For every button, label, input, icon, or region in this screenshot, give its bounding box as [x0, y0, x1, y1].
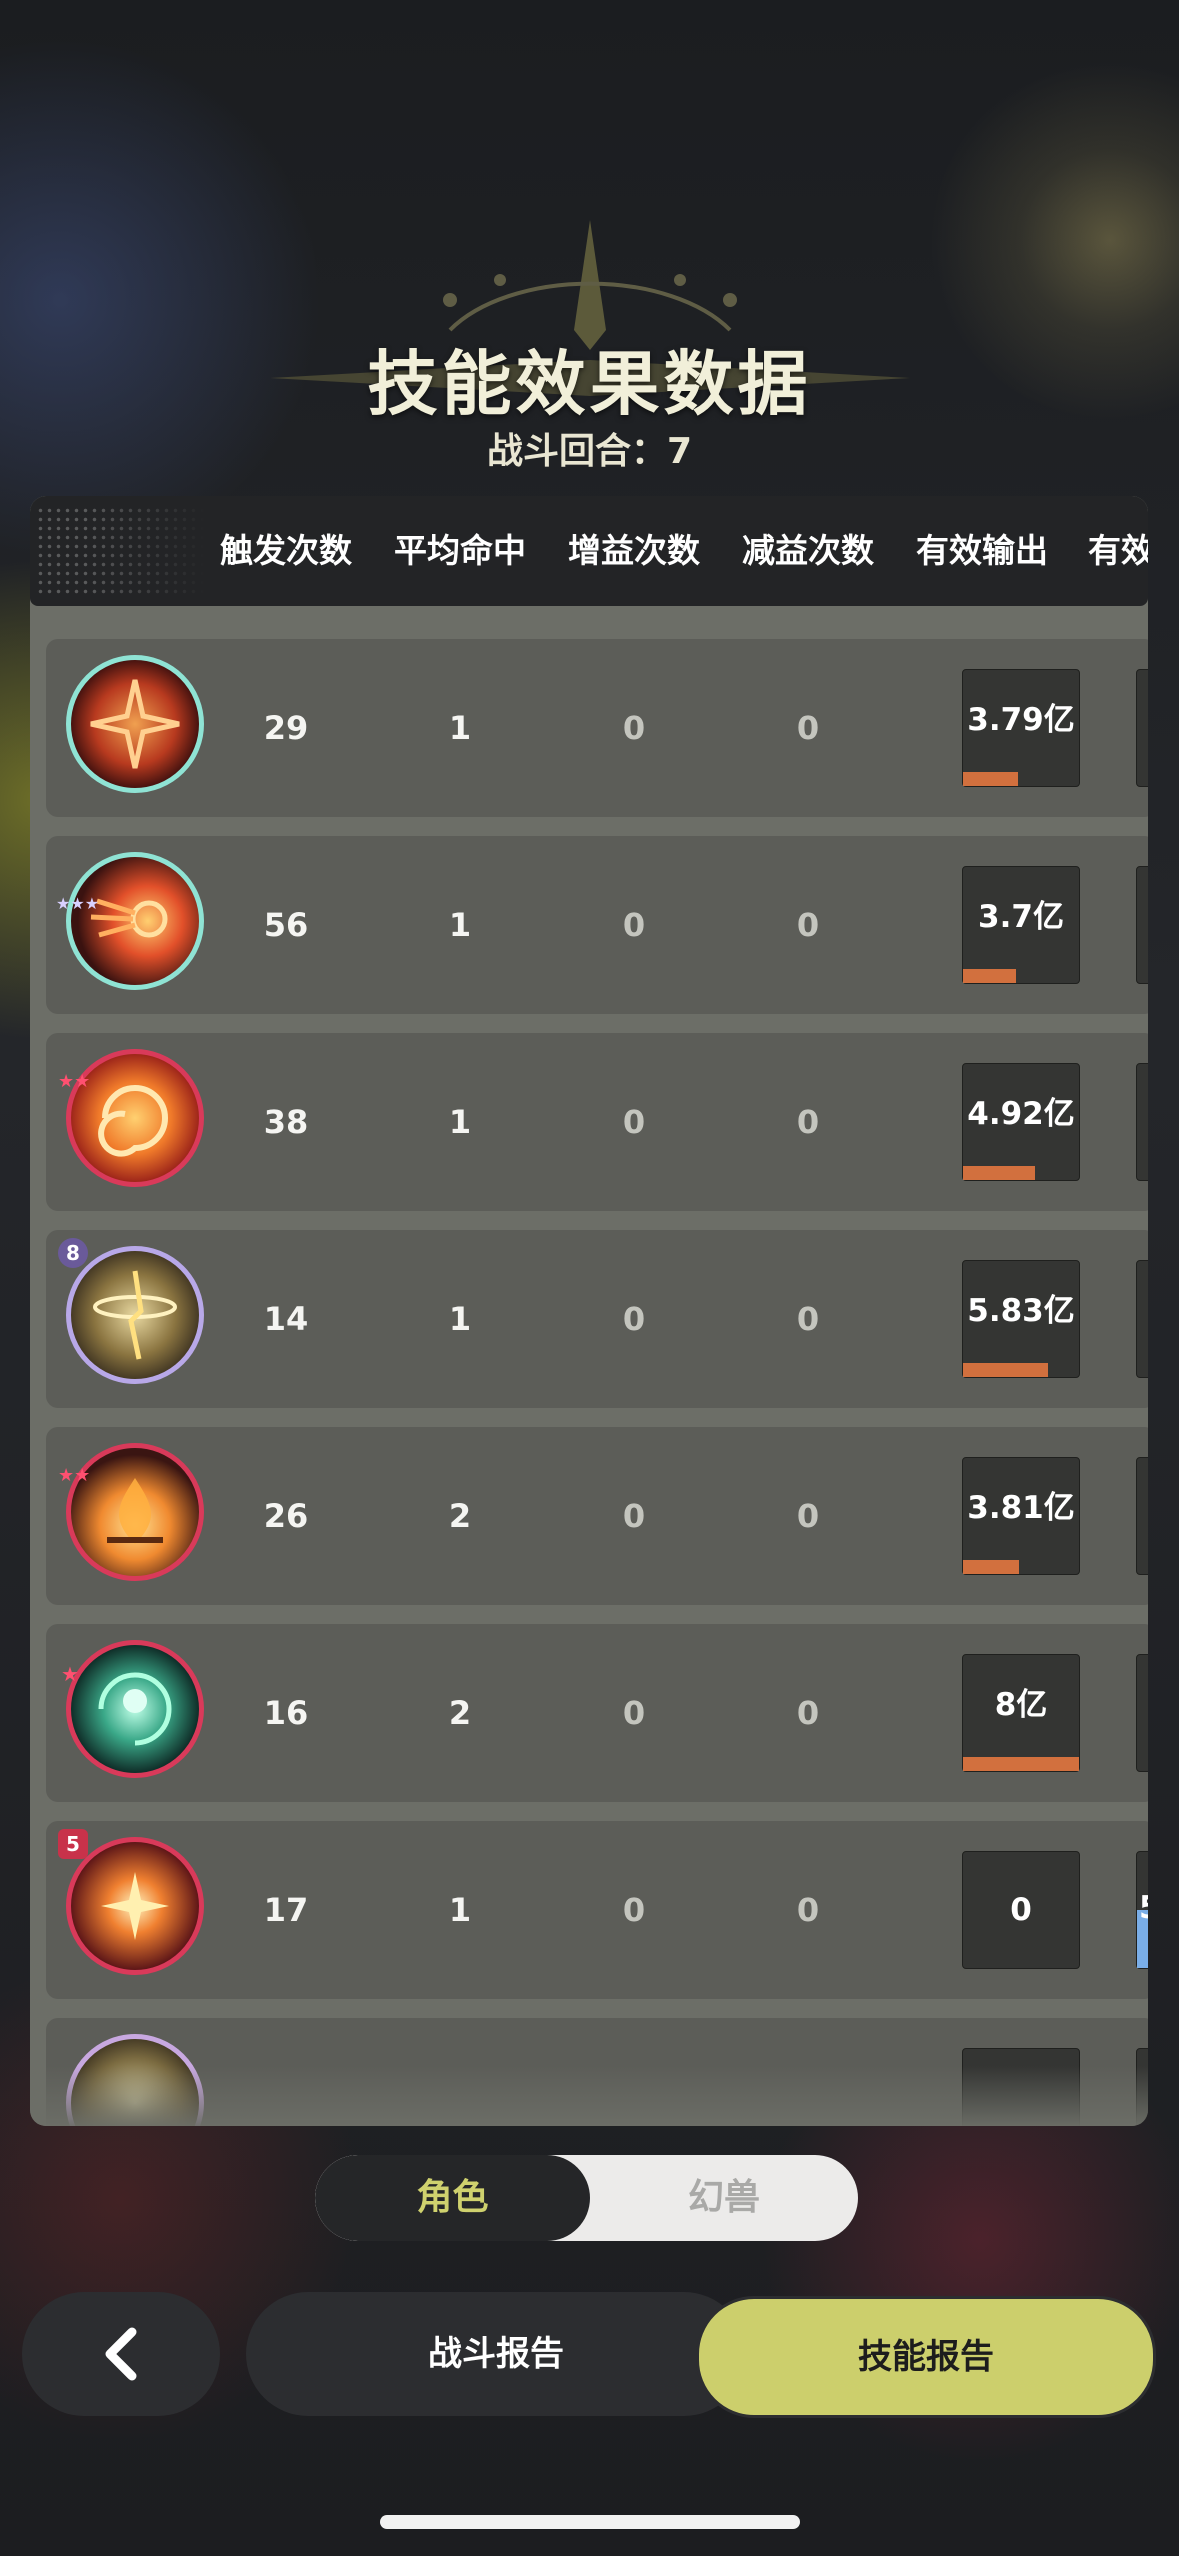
effective-output-bar: [963, 1560, 1019, 1574]
home-indicator[interactable]: [380, 2515, 800, 2529]
effective-output-cell: 3.79亿: [962, 669, 1080, 787]
buffs-value: 0: [622, 1103, 646, 1141]
col-header-debuffs: 减益次数: [742, 531, 874, 570]
effective-output-bar: [963, 969, 1017, 983]
next-column-cell: [1136, 1063, 1148, 1181]
triggers-value: 26: [263, 1497, 309, 1535]
effective-output-value: 3.79亿: [967, 702, 1075, 738]
avg-hits-value: 1: [448, 1103, 472, 1141]
triggers-value: 38: [263, 1103, 309, 1141]
effective-output-cell: 4.92亿: [962, 1063, 1080, 1181]
skill-data-panel[interactable]: 触发次数 平均命中 增益次数 减益次数 有效输出 有效 29 1 0 0 3.7…: [30, 496, 1148, 2126]
effective-output-bar: [963, 1363, 1048, 1377]
effective-output-bar: [963, 1757, 1079, 1771]
next-column-cell: [1136, 669, 1148, 787]
effective-output-value: 8亿: [994, 1687, 1048, 1723]
avg-hits-value: 2: [448, 1694, 472, 1732]
table-row[interactable]: ★ 16 2 0 0 8亿: [46, 1624, 1148, 1802]
buffs-value: 0: [622, 1497, 646, 1535]
debuffs-value: 0: [796, 1497, 820, 1535]
table-row[interactable]: 5 17 1 0 0 0 59: [46, 1821, 1148, 1999]
green-vortex-icon: [66, 1640, 204, 1778]
lightning-halo-icon: [66, 1246, 204, 1384]
debuffs-value: 0: [796, 1103, 820, 1141]
effective-output-bar: [963, 772, 1018, 786]
table-header: 触发次数 平均命中 增益次数 减益次数 有效输出 有效: [30, 496, 1148, 606]
star-rank-badge: ★★: [58, 1465, 91, 1486]
battle-round-label: 战斗回合：7: [486, 431, 693, 472]
effective-output-value: 4.92亿: [967, 1096, 1075, 1132]
col-header-buffs: 增益次数: [568, 531, 700, 570]
star-rank-badge: 5: [58, 1829, 88, 1859]
effective-output-value: 5.83亿: [967, 1293, 1075, 1329]
triggers-value: 29: [263, 709, 309, 747]
effective-output-cell: 8亿: [962, 1654, 1080, 1772]
back-button[interactable]: [22, 2292, 220, 2416]
fire-comet-icon: [66, 852, 204, 990]
star-flare-icon: [66, 1837, 204, 1975]
header-dot-pattern: [36, 506, 206, 596]
table-row[interactable]: ★★ 26 2 0 0 3.81亿: [46, 1427, 1148, 1605]
col-header-next: 有效: [1088, 531, 1148, 570]
skill-report-button[interactable]: 技能报告: [696, 2296, 1156, 2418]
next-column-cell: [1136, 866, 1148, 984]
effective-output-cell: 3.81亿: [962, 1457, 1080, 1575]
scroll-fade: [30, 2066, 1148, 2126]
effective-output-value: 3.81亿: [967, 1490, 1075, 1526]
avg-hits-value: 1: [448, 1300, 472, 1338]
avg-hits-value: 1: [448, 1891, 472, 1929]
col-header-avg-hits: 平均命中: [394, 531, 526, 570]
effective-output-cell: 5.83亿: [962, 1260, 1080, 1378]
next-column-cell: [1136, 1457, 1148, 1575]
star-rank-badge: ★: [61, 1662, 79, 1686]
debuffs-value: 0: [796, 1300, 820, 1338]
buffs-value: 0: [622, 906, 646, 944]
table-row[interactable]: 8 14 1 0 0 5.83亿: [46, 1230, 1148, 1408]
next-column-cell: 59: [1136, 1851, 1148, 1969]
next-column-value: 59: [1139, 1890, 1148, 1926]
campfire-icon: [66, 1443, 204, 1581]
triggers-value: 17: [263, 1891, 309, 1929]
avg-hits-value: 2: [448, 1497, 472, 1535]
buffs-value: 0: [622, 1300, 646, 1338]
table-row[interactable]: ★★★ 56 1 0 0 3.7亿: [46, 836, 1148, 1014]
avg-hits-value: 1: [448, 709, 472, 747]
effective-output-cell: 3.7亿: [962, 866, 1080, 984]
triggers-value: 16: [263, 1694, 309, 1732]
col-header-triggers: 触发次数: [220, 531, 352, 570]
tab-beast[interactable]: 幻兽: [590, 2155, 858, 2241]
header: 技能效果数据 战斗回合：7: [0, 200, 1179, 480]
star-rank-badge: 8: [58, 1238, 88, 1268]
fire-swirl-icon: [66, 1049, 204, 1187]
role-beast-toggle[interactable]: 角色 幻兽: [315, 2155, 858, 2241]
debuffs-value: 0: [796, 1891, 820, 1929]
debuffs-value: 0: [796, 906, 820, 944]
next-column-cell: [1136, 1654, 1148, 1772]
triggers-value: 14: [263, 1300, 309, 1338]
debuffs-value: 0: [796, 1694, 820, 1732]
col-header-effective-output: 有效输出: [916, 531, 1048, 570]
table-row[interactable]: 29 1 0 0 3.79亿: [46, 639, 1148, 817]
effective-output-cell: 0: [962, 1851, 1080, 1969]
debuffs-value: 0: [796, 709, 820, 747]
star-rank-badge: ★★★: [56, 894, 100, 913]
buffs-value: 0: [622, 1694, 646, 1732]
buffs-value: 0: [622, 709, 646, 747]
buffs-value: 0: [622, 1891, 646, 1929]
avg-hits-value: 1: [448, 906, 472, 944]
battle-report-button[interactable]: 战斗报告: [246, 2292, 746, 2416]
skill-report-label: 技能报告: [858, 2337, 994, 2377]
next-column-cell: [1136, 1260, 1148, 1378]
table-row[interactable]: ★★ 38 1 0 0 4.92亿: [46, 1033, 1148, 1211]
effective-output-value: 3.7亿: [978, 899, 1064, 935]
star-rank-badge: ★★: [58, 1071, 91, 1092]
triggers-value: 56: [263, 906, 309, 944]
chevron-left-icon: [105, 2327, 137, 2381]
shuriken-burst-icon: [66, 655, 204, 793]
tab-role[interactable]: 角色: [315, 2155, 590, 2241]
effective-output-value: 0: [1010, 1892, 1032, 1928]
effective-output-bar: [963, 1166, 1035, 1180]
page-title: 技能效果数据: [367, 343, 812, 425]
battle-report-label: 战斗报告: [428, 2334, 564, 2374]
